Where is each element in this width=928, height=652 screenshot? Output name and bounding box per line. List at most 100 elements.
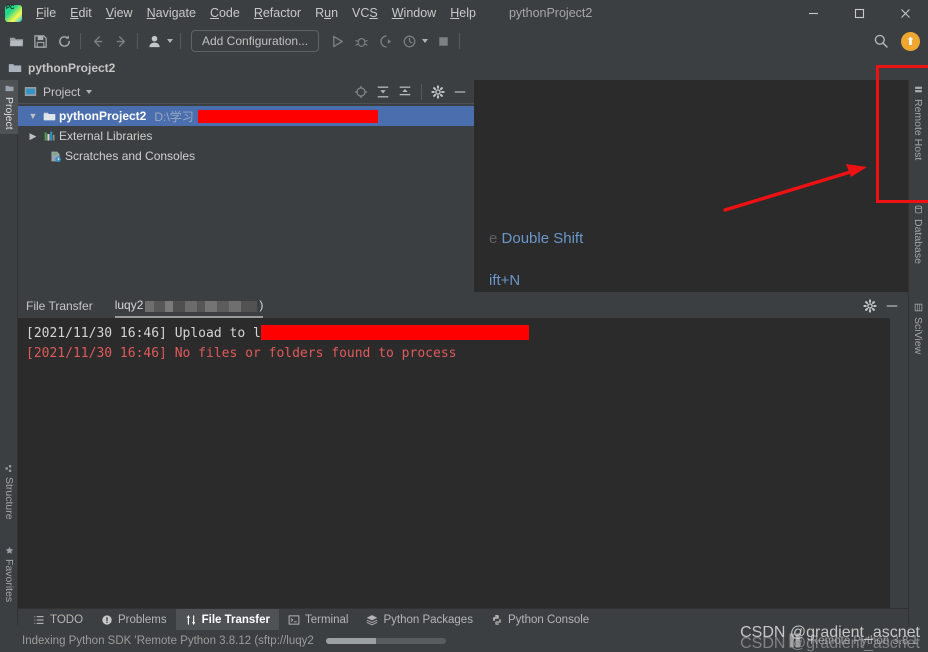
- search-everywhere-icon[interactable]: [869, 29, 893, 53]
- run-icon[interactable]: [325, 29, 349, 53]
- menu-item-edit[interactable]: Edit: [63, 3, 99, 23]
- editor-area[interactable]: e Double Shift ift+N: [475, 80, 908, 292]
- profiler-chevron-down-icon[interactable]: [422, 39, 429, 43]
- maximize-button[interactable]: [836, 0, 882, 26]
- file-transfer-scrollbar[interactable]: [890, 318, 908, 625]
- bottom-tab-python-console[interactable]: Python Console: [482, 609, 598, 631]
- tree-node-label: External Libraries: [59, 129, 153, 143]
- project-tree: ▼ pythonProject2 D:\学习 ▶ External Librar…: [18, 104, 474, 166]
- file-transfer-connection-tab[interactable]: luqy2 ): [114, 298, 264, 318]
- sidebar-item-favorites[interactable]: Favorites: [0, 542, 18, 606]
- editor-hint-goto: ift+N: [489, 272, 521, 289]
- file-transfer-title: File Transfer: [26, 299, 93, 313]
- file-transfer-connection-suffix: ): [259, 298, 264, 312]
- tree-row-scratches[interactable]: Scratches and Consoles: [18, 146, 474, 166]
- run-with-coverage-icon[interactable]: [373, 29, 397, 53]
- navigate-forward-icon[interactable]: [109, 29, 133, 53]
- bottom-tab-terminal[interactable]: Terminal: [279, 609, 357, 631]
- bottom-tab-problems[interactable]: Problems: [92, 609, 176, 631]
- select-opened-file-icon[interactable]: [351, 82, 371, 102]
- toolbar-separator-3: [180, 33, 181, 49]
- menu-item-code[interactable]: Code: [203, 3, 247, 23]
- sidebar-item-sciview-label: SciView: [912, 317, 924, 355]
- file-transfer-log[interactable]: [2021/11/30 16:46] Upload to l [2021/11/…: [18, 318, 890, 625]
- save-all-icon[interactable]: [28, 29, 52, 53]
- close-button[interactable]: [882, 0, 928, 26]
- profiler-icon[interactable]: [397, 29, 421, 53]
- hide-panel-icon[interactable]: [450, 82, 470, 102]
- chevron-right-icon[interactable]: ▶: [26, 131, 40, 142]
- status-message: Indexing Python SDK 'Remote Python 3.8.1…: [22, 635, 314, 647]
- library-icon: [44, 131, 55, 141]
- project-panel-header: Project: [18, 80, 474, 104]
- chevron-down-icon[interactable]: ▼: [26, 111, 40, 121]
- menu-item-edit-label: dit: [78, 6, 92, 20]
- menu-item-refactor[interactable]: Refactor: [247, 3, 308, 23]
- collapse-all-icon[interactable]: [395, 82, 415, 102]
- todo-icon: [34, 615, 44, 624]
- log-line: [2021/11/30 16:46] Upload to l: [26, 324, 882, 344]
- status-interpreter[interactable]: Remote Python 3.8.1: [810, 635, 918, 647]
- log-line: [2021/11/30 16:46] No files or folders f…: [26, 346, 457, 361]
- sidebar-item-project[interactable]: Project: [0, 80, 18, 134]
- minimize-button[interactable]: [790, 0, 836, 26]
- bottom-tab-file-transfer[interactable]: File Transfer: [175, 608, 279, 631]
- sidebar-item-sciview[interactable]: SciView: [908, 298, 928, 359]
- tree-row-external-libraries[interactable]: ▶ External Libraries: [18, 126, 474, 146]
- profile-avatar-icon[interactable]: [142, 29, 166, 53]
- menu-item-file[interactable]: File: [29, 3, 63, 23]
- tree-row-project-root[interactable]: ▼ pythonProject2 D:\学习: [18, 106, 474, 126]
- database-icon: [914, 205, 922, 214]
- indexing-progress-bar: [325, 638, 446, 644]
- hide-panel-icon[interactable]: [882, 296, 902, 316]
- navigate-back-icon[interactable]: [85, 29, 109, 53]
- synchronize-icon[interactable]: [52, 29, 76, 53]
- sidebar-item-structure[interactable]: Structure: [0, 460, 18, 524]
- breadcrumb-project-name[interactable]: pythonProject2: [28, 61, 115, 75]
- menu-item-view[interactable]: View: [99, 3, 140, 23]
- editor-hint-search: e Double Shift: [489, 230, 583, 247]
- status-bar: Indexing Python SDK 'Remote Python 3.8.1…: [0, 630, 928, 652]
- menu-item-help[interactable]: Help: [443, 3, 483, 23]
- menu-item-vcs[interactable]: VCS: [345, 3, 385, 23]
- stop-icon[interactable]: [431, 29, 455, 53]
- python-console-icon: [492, 614, 502, 625]
- editor-hint-search-key: Double Shift: [501, 230, 584, 247]
- pycharm-window: File Edit View Navigate Code Refactor Ru…: [0, 0, 928, 652]
- terminal-icon: [288, 614, 300, 625]
- file-transfer-tool-window: File Transfer luqy2 ) [2021/11/30 16:46]…: [18, 292, 908, 625]
- folder-icon: [8, 63, 22, 73]
- sidebar-item-remote-host[interactable]: Remote Host: [908, 80, 928, 165]
- file-transfer-header: File Transfer luqy2 ): [18, 292, 908, 318]
- menu-item-code-label: ode: [218, 6, 240, 20]
- profile-chevron-down-icon[interactable]: [167, 39, 173, 43]
- packages-icon: [366, 614, 378, 625]
- menu-item-navigate-label: avigate: [155, 6, 196, 20]
- pause-indexing-icon[interactable]: ▌▌: [790, 635, 804, 647]
- toolbar-separator-1: [80, 33, 81, 49]
- bottom-tab-python-packages[interactable]: Python Packages: [357, 609, 482, 631]
- toolbar-separator-2: [137, 33, 138, 49]
- bottom-tab-python-packages-label: Python Packages: [383, 613, 473, 626]
- structure-icon: [5, 465, 11, 472]
- menu-item-run[interactable]: Run: [308, 3, 345, 23]
- sidebar-item-database[interactable]: Database: [908, 200, 928, 269]
- bottom-tab-todo[interactable]: TODO: [24, 609, 92, 631]
- debug-icon[interactable]: [349, 29, 373, 53]
- menu-item-navigate[interactable]: Navigate: [140, 3, 203, 23]
- gear-icon[interactable]: [860, 296, 880, 316]
- tree-node-label: pythonProject2: [59, 109, 147, 123]
- expand-all-icon[interactable]: [373, 82, 393, 102]
- project-panel-chevron-down-icon[interactable]: [86, 89, 93, 94]
- menu-item-window[interactable]: Window: [385, 3, 443, 23]
- file-transfer-icon: [186, 614, 196, 625]
- open-project-icon[interactable]: [4, 29, 28, 53]
- left-tool-window-bar: Project Structure Favorites: [0, 80, 18, 625]
- status-bar-right: ▌▌ Remote Python 3.8.1: [790, 635, 918, 647]
- add-configuration-button[interactable]: Add Configuration...: [191, 30, 320, 52]
- bottom-tab-python-console-label: Python Console: [507, 613, 590, 626]
- gear-icon[interactable]: [428, 82, 448, 102]
- scratches-icon: [51, 151, 61, 162]
- ide-update-badge-icon[interactable]: ⬆: [901, 31, 920, 51]
- main-toolbar: Add Configuration... ⬆: [0, 26, 928, 56]
